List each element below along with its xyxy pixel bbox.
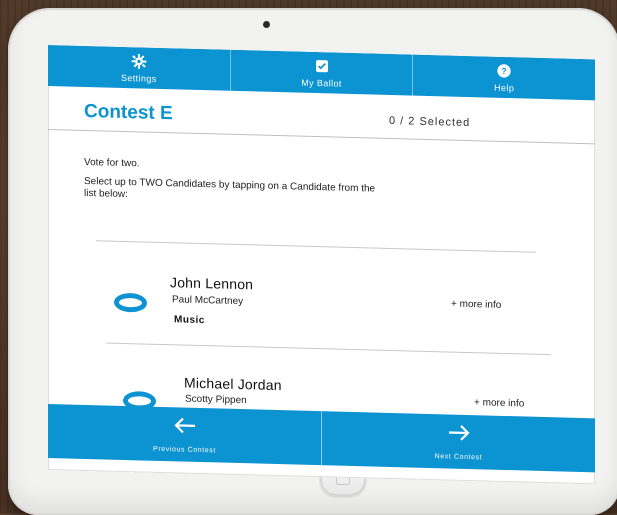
- settings-button[interactable]: Settings: [48, 45, 230, 91]
- arrow-right-icon: [447, 423, 471, 447]
- more-info-link-2[interactable]: + more info: [474, 397, 524, 409]
- previous-contest-button[interactable]: Previous Contest: [48, 404, 321, 465]
- settings-label: Settings: [120, 72, 157, 84]
- tablet-device: Settings My Ballot ? Help Contest E 0 / …: [8, 8, 617, 515]
- my-ballot-button[interactable]: My Ballot: [229, 49, 413, 96]
- vote-instruction: Vote for two.: [84, 156, 140, 170]
- arrow-left-icon: [173, 416, 197, 440]
- help-icon: ?: [495, 62, 513, 80]
- selection-instruction: Select up to TWO Candidates by tapping o…: [84, 175, 376, 201]
- my-ballot-label: My Ballot: [301, 77, 342, 89]
- candidate-divider: [106, 342, 551, 356]
- svg-text:?: ?: [502, 66, 507, 76]
- checkbox-icon: [313, 57, 331, 75]
- top-navigation-bar: Settings My Ballot ? Help: [48, 45, 595, 101]
- previous-contest-label: Previous Contest: [153, 445, 216, 455]
- bottom-navigation-bar: Previous Contest Next Contest: [48, 404, 595, 473]
- ballot-screen: Settings My Ballot ? Help Contest E 0 / …: [48, 45, 595, 485]
- selected-count: 0 / 2 Selected: [389, 114, 471, 130]
- candidate-running-mate-2: Scotty Pippen: [185, 393, 247, 407]
- help-label: Help: [494, 82, 515, 94]
- candidate-running-mate-1: Paul McCartney: [172, 294, 244, 308]
- more-info-link-1[interactable]: + more info: [451, 299, 501, 311]
- next-contest-label: Next Contest: [434, 453, 483, 462]
- gear-icon: [130, 52, 148, 70]
- header-divider: [48, 129, 595, 145]
- candidate-party-1: Music: [174, 314, 205, 327]
- list-divider: [96, 240, 536, 253]
- candidate-name-1[interactable]: John Lennon: [170, 274, 253, 292]
- next-contest-button[interactable]: Next Contest: [321, 411, 595, 473]
- contest-title: Contest E: [84, 100, 173, 125]
- help-button[interactable]: ? Help: [412, 54, 595, 101]
- candidate-name-2[interactable]: Michael Jordan: [184, 375, 282, 394]
- front-camera: [263, 21, 270, 28]
- candidate-radio-1[interactable]: [114, 292, 147, 313]
